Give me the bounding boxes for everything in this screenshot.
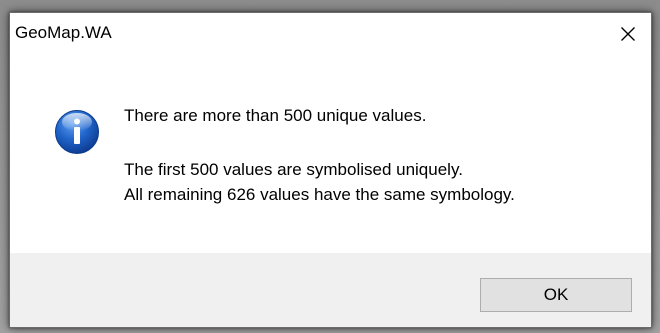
ok-button[interactable]: OK	[480, 278, 632, 312]
message-line-1: There are more than 500 unique values.	[124, 106, 427, 125]
message-line-2: The first 500 values are symbolised uniq…	[124, 160, 463, 179]
message-line-3: All remaining 626 values have the same s…	[124, 185, 515, 204]
dialog-content: There are more than 500 unique values. T…	[10, 55, 651, 253]
close-button[interactable]	[605, 13, 651, 55]
window-title: GeoMap.WA	[15, 23, 112, 42]
title-bar[interactable]: GeoMap.WA	[10, 13, 651, 55]
message-dialog: GeoMap.WA There are more than 500 unique…	[9, 12, 652, 328]
close-icon	[620, 26, 636, 42]
dialog-footer: OK	[10, 253, 651, 327]
info-icon	[54, 109, 100, 155]
